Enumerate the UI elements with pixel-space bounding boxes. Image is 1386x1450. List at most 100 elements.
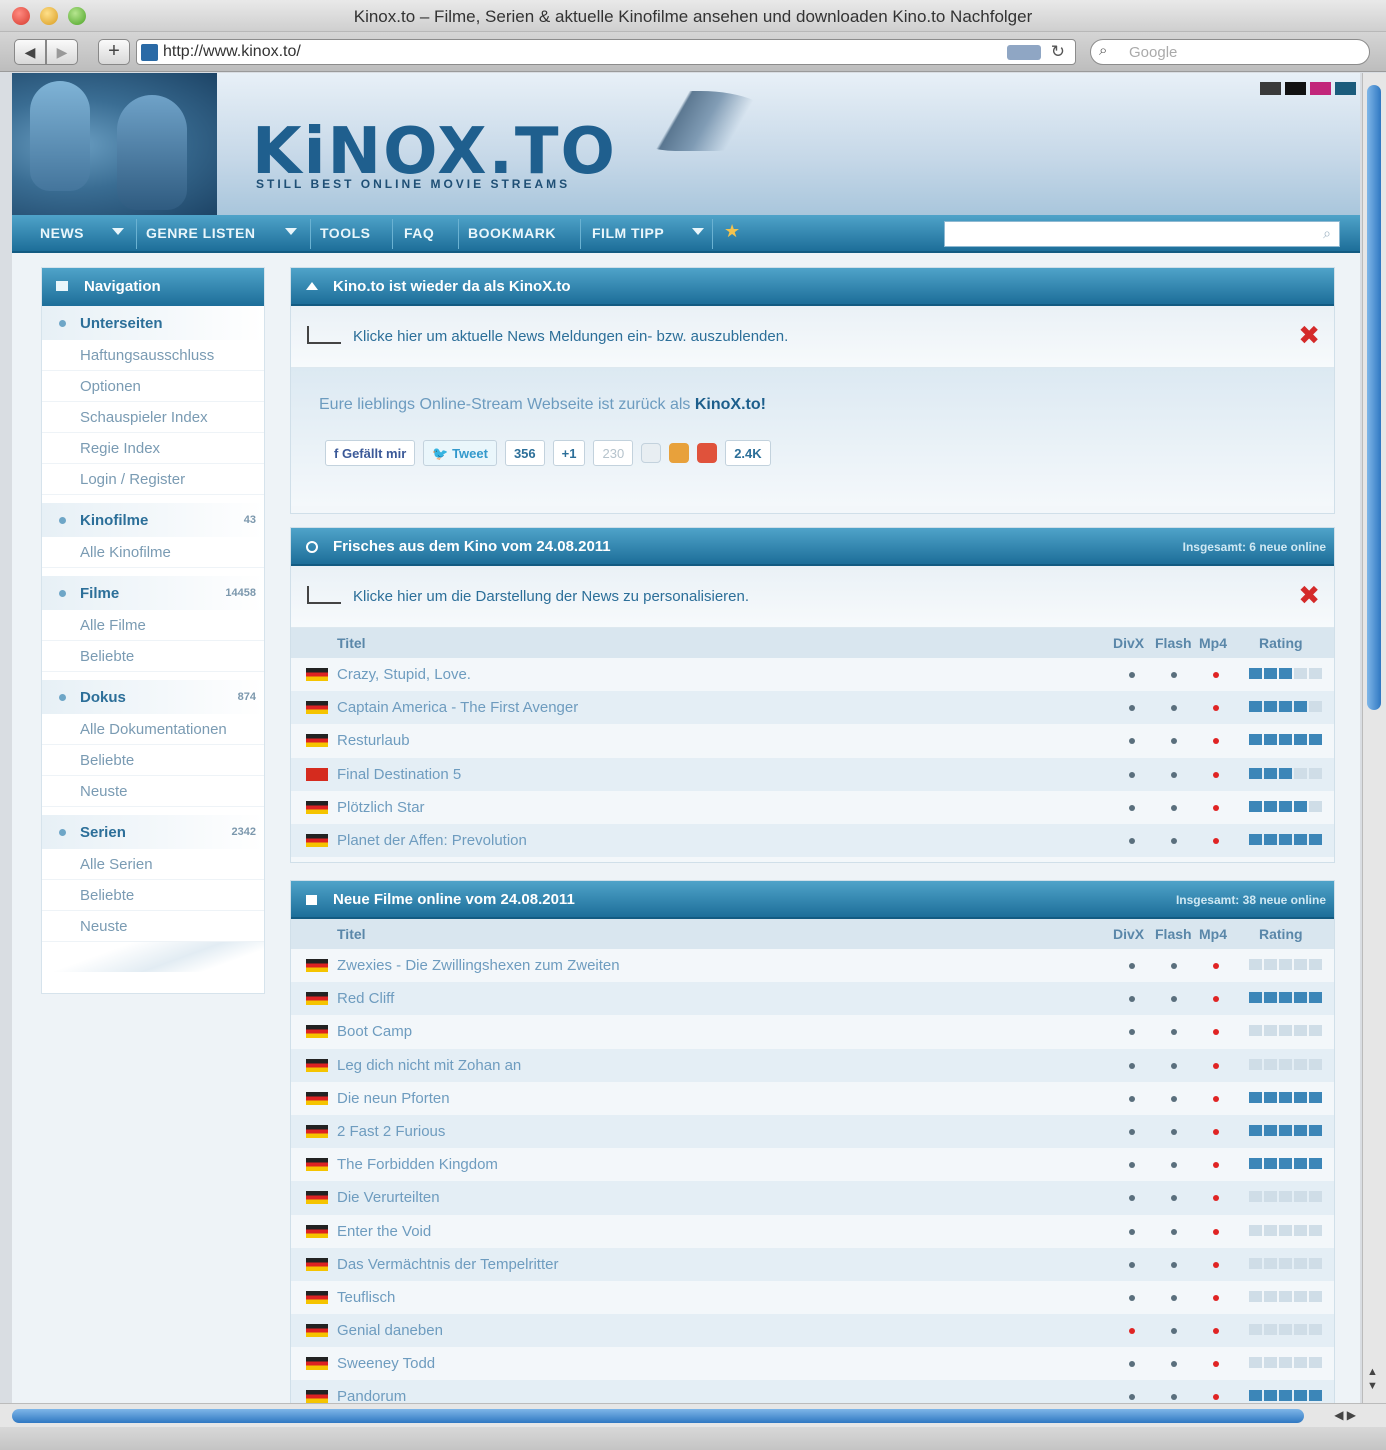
sidebar-link[interactable]: Haftungsausschluss: [42, 340, 264, 371]
sidebar-category[interactable]: Dokus 874: [42, 680, 264, 714]
menu-item[interactable]: FILM TIPP: [592, 225, 664, 241]
theme-swatch[interactable]: [1310, 82, 1331, 95]
back-button[interactable]: ◀: [14, 39, 46, 65]
format-availability-icon[interactable]: [1213, 1261, 1219, 1268]
format-availability-icon[interactable]: [1171, 837, 1177, 844]
search-icon[interactable]: ⌕: [1323, 225, 1331, 242]
vertical-scroll-arrows[interactable]: ▲ ▼: [1367, 1365, 1378, 1393]
format-availability-icon[interactable]: [1171, 1261, 1177, 1268]
address-url[interactable]: http://www.kinox.to/: [163, 43, 301, 61]
sidebar-link[interactable]: Alle Kinofilme: [42, 537, 264, 568]
format-availability-icon[interactable]: [1129, 1029, 1135, 1036]
theme-swatch[interactable]: [1285, 82, 1306, 95]
format-availability-icon[interactable]: [1171, 1394, 1177, 1401]
format-availability-icon[interactable]: [1171, 1294, 1177, 1301]
forward-button[interactable]: ▶: [46, 39, 78, 65]
horizontal-scroll-arrows[interactable]: ◀ ▶: [1334, 1408, 1356, 1422]
format-availability-icon[interactable]: [1171, 1162, 1177, 1169]
format-availability-icon[interactable]: [1129, 996, 1135, 1003]
chevron-down-icon[interactable]: [285, 228, 297, 235]
sidebar-link[interactable]: Optionen: [42, 371, 264, 402]
format-availability-icon[interactable]: [1171, 1361, 1177, 1368]
sidebar-link[interactable]: Beliebte: [42, 880, 264, 911]
format-availability-icon[interactable]: [1129, 1128, 1135, 1135]
movie-title-link[interactable]: Plötzlich Star: [337, 799, 425, 816]
col-mp4[interactable]: Mp4: [1199, 926, 1227, 942]
site-search-input[interactable]: ⌕: [944, 221, 1340, 247]
facebook-like-button[interactable]: f Gefällt mir: [325, 440, 416, 466]
format-availability-icon[interactable]: [1171, 1128, 1177, 1135]
table-row[interactable]: Das Vermächtnis der Tempelritter: [291, 1247, 1334, 1281]
bookmark-service-icon[interactable]: [669, 443, 690, 463]
menu-item[interactable]: TOOLS: [320, 225, 370, 241]
browser-search-field[interactable]: ⌕ Google: [1090, 39, 1370, 65]
format-availability-icon[interactable]: [1171, 738, 1177, 745]
table-row[interactable]: Final Destination 5: [291, 757, 1334, 791]
movie-title-link[interactable]: Boot Camp: [337, 1023, 412, 1040]
horizontal-scroll-thumb[interactable]: [12, 1409, 1304, 1423]
format-availability-icon[interactable]: [1171, 1228, 1177, 1235]
plusone-button[interactable]: +1: [552, 440, 586, 466]
table-row[interactable]: Pandorum: [291, 1380, 1334, 1403]
share-icon[interactable]: [641, 443, 662, 463]
format-availability-icon[interactable]: [1171, 804, 1177, 811]
format-availability-icon[interactable]: [1213, 1162, 1219, 1169]
address-bar[interactable]: http://www.kinox.to/ ↻: [136, 39, 1076, 65]
format-availability-icon[interactable]: [1213, 1195, 1219, 1202]
format-availability-icon[interactable]: [1129, 1261, 1135, 1268]
movie-title-link[interactable]: Die neun Pforten: [337, 1090, 450, 1107]
kino-notice-text[interactable]: Klicke hier um die Darstellung der News …: [353, 588, 749, 605]
table-row[interactable]: 2 Fast 2 Furious: [291, 1114, 1334, 1149]
table-row[interactable]: Zwexies - Die Zwillingshexen zum Zweiten: [291, 949, 1334, 982]
col-flash[interactable]: Flash: [1155, 926, 1192, 942]
table-row[interactable]: Die neun Pforten: [291, 1082, 1334, 1115]
table-row[interactable]: Sweeney Todd: [291, 1347, 1334, 1380]
format-availability-icon[interactable]: [1129, 1095, 1135, 1102]
movie-title-link[interactable]: Red Cliff: [337, 990, 394, 1007]
sidebar-category[interactable]: Serien 2342: [42, 815, 264, 849]
format-availability-icon[interactable]: [1213, 837, 1219, 844]
col-flash[interactable]: Flash: [1155, 635, 1192, 651]
tweet-button[interactable]: 🐦 Tweet: [423, 440, 497, 466]
sidebar-category[interactable]: Unterseiten: [42, 306, 264, 340]
format-availability-icon[interactable]: [1129, 1294, 1135, 1301]
movie-title-link[interactable]: Resturlaub: [337, 732, 410, 749]
table-row[interactable]: Planet der Affen: Prevolution: [291, 823, 1334, 858]
star-icon[interactable]: ★: [724, 221, 740, 242]
format-availability-icon[interactable]: [1213, 738, 1219, 745]
col-mp4[interactable]: Mp4: [1199, 635, 1227, 651]
horizontal-scrollbar[interactable]: ◀ ▶: [0, 1403, 1386, 1427]
sidebar-link[interactable]: Schauspieler Index: [42, 402, 264, 433]
sidebar-link[interactable]: Beliebte: [42, 641, 264, 672]
menu-item[interactable]: FAQ: [404, 225, 434, 241]
kino-panel-header[interactable]: Frisches aus dem Kino vom 24.08.2011 Ins…: [291, 528, 1334, 566]
format-availability-icon[interactable]: [1213, 771, 1219, 778]
theme-swatch[interactable]: [1260, 82, 1281, 95]
movie-title-link[interactable]: Das Vermächtnis der Tempelritter: [337, 1256, 558, 1273]
table-row[interactable]: Leg dich nicht mit Zohan an: [291, 1048, 1334, 1082]
format-availability-icon[interactable]: [1129, 705, 1135, 712]
format-availability-icon[interactable]: [1171, 996, 1177, 1003]
format-availability-icon[interactable]: [1213, 705, 1219, 712]
sidebar-link[interactable]: Alle Serien: [42, 849, 264, 880]
table-row[interactable]: Captain America - The First Avenger: [291, 691, 1334, 725]
format-availability-icon[interactable]: [1129, 804, 1135, 811]
sidebar-category[interactable]: Kinofilme 43: [42, 503, 264, 537]
format-availability-icon[interactable]: [1171, 1062, 1177, 1069]
share-service-icon[interactable]: [697, 443, 718, 463]
format-availability-icon[interactable]: [1171, 1195, 1177, 1202]
format-availability-icon[interactable]: [1213, 1228, 1219, 1235]
table-row[interactable]: Plötzlich Star: [291, 791, 1334, 824]
reload-icon[interactable]: ↻: [1051, 42, 1065, 62]
format-availability-icon[interactable]: [1171, 1328, 1177, 1335]
format-availability-icon[interactable]: [1213, 1095, 1219, 1102]
movie-title-link[interactable]: Leg dich nicht mit Zohan an: [337, 1057, 521, 1074]
col-divx[interactable]: DivX: [1113, 926, 1144, 942]
table-row[interactable]: Genial daneben: [291, 1314, 1334, 1348]
movie-title-link[interactable]: Crazy, Stupid, Love.: [337, 666, 471, 683]
movie-title-link[interactable]: Final Destination 5: [337, 766, 461, 783]
chevron-down-icon[interactable]: [692, 228, 704, 235]
refresh-icon[interactable]: [306, 541, 318, 553]
sidebar-link[interactable]: Alle Filme: [42, 610, 264, 641]
format-availability-icon[interactable]: [1129, 738, 1135, 745]
